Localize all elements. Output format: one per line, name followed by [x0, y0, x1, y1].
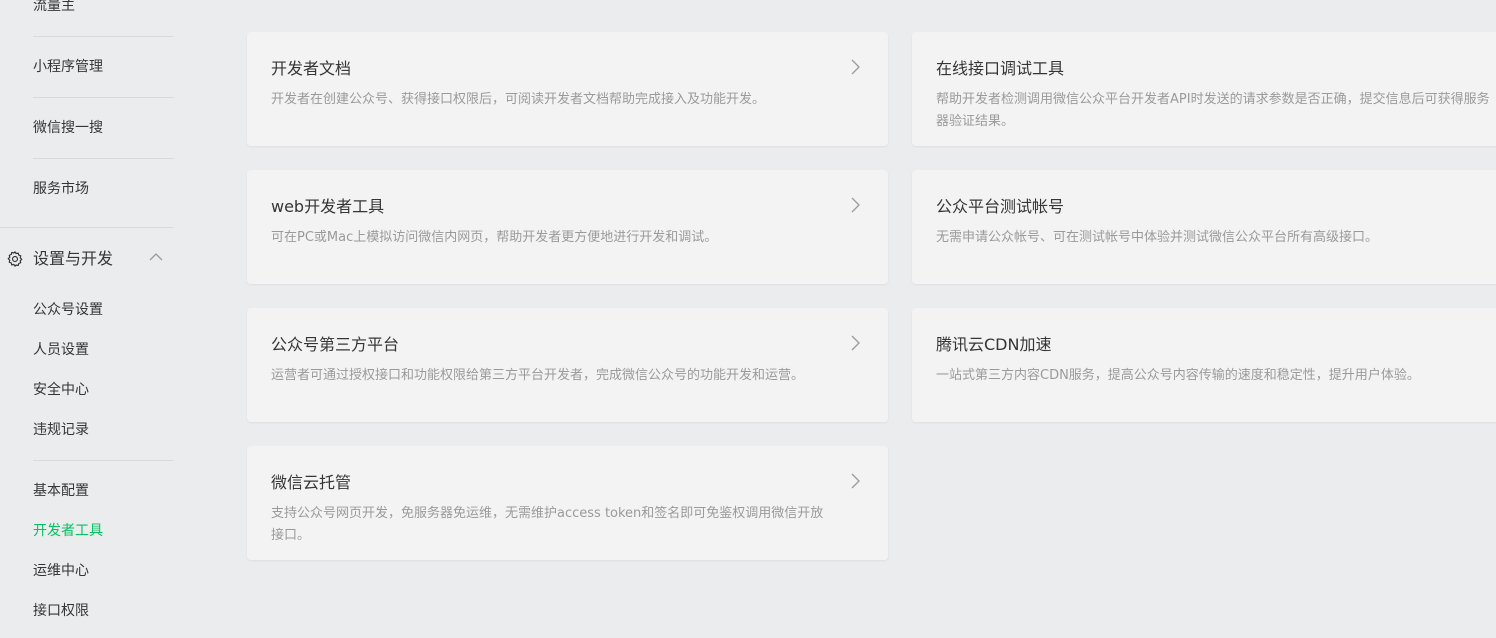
- card-title: 公众号第三方平台: [271, 335, 400, 354]
- sidebar-item-staff-settings[interactable]: 人员设置: [33, 340, 89, 360]
- card-description: 一站式第三方内容CDN服务，提高公众号内容传输的速度和稳定性，提升用户体验。: [936, 368, 1420, 383]
- chevron-right-icon: [851, 335, 860, 351]
- sidebar-item-security-center[interactable]: 安全中心: [33, 380, 89, 400]
- sidebar-group-label: 设置与开发: [33, 249, 114, 268]
- card-title: 腾讯云CDN加速: [936, 335, 1052, 354]
- card-description: 可在PC或Mac上模拟访问微信内网页，帮助开发者更方便地进行开发和调试。: [271, 230, 718, 245]
- sidebar-item-developer-tools[interactable]: 开发者工具: [33, 521, 103, 541]
- chevron-right-icon: [851, 473, 860, 489]
- sidebar-divider: [33, 158, 174, 159]
- tool-card-tencent-cdn[interactable]: 腾讯云CDN加速 一站式第三方内容CDN服务，提高公众号内容传输的速度和稳定性，…: [912, 308, 1496, 422]
- tool-card-web-devtools[interactable]: web开发者工具 可在PC或Mac上模拟访问微信内网页，帮助开发者更方便地进行开…: [247, 170, 888, 284]
- sidebar-group-settings-dev[interactable]: 设置与开发: [6, 248, 174, 272]
- tool-card-test-account[interactable]: 公众平台测试帐号 无需申请公众帐号、可在测试帐号中体验并测试微信公众平台所有高级…: [912, 170, 1496, 284]
- tool-card-third-party-platform[interactable]: 公众号第三方平台 运营者可通过授权接口和功能权限给第三方平台开发者，完成微信公众…: [247, 308, 888, 422]
- sidebar-divider: [33, 460, 174, 461]
- card-description: 支持公众号网页开发，免服务器免运维，无需维护access token和签名即可免…: [271, 506, 824, 543]
- sidebar-item-violations[interactable]: 违规记录: [33, 420, 89, 440]
- sidebar-item-ops-center[interactable]: 运维中心: [33, 561, 89, 581]
- sidebar: 流量主 小程序管理 微信搜一搜 服务市场 设置与开发 公众号设置 人员设置 安全…: [0, 0, 200, 638]
- sidebar-item-ad-host[interactable]: 流量主: [33, 0, 75, 16]
- sidebar-item-account-settings[interactable]: 公众号设置: [33, 300, 103, 320]
- sidebar-divider: [33, 97, 174, 98]
- sidebar-item-service-market[interactable]: 服务市场: [33, 179, 89, 199]
- sidebar-item-wechat-search[interactable]: 微信搜一搜: [33, 118, 103, 138]
- card-description: 运营者可通过授权接口和功能权限给第三方平台开发者，完成微信公众号的功能开发和运营…: [271, 368, 805, 383]
- sidebar-item-basic-config[interactable]: 基本配置: [33, 481, 89, 501]
- chevron-right-icon: [851, 59, 860, 75]
- card-title: web开发者工具: [271, 197, 385, 216]
- sidebar-section-divider: [0, 227, 174, 228]
- chevron-up-icon[interactable]: [149, 252, 163, 262]
- card-description: 帮助开发者检测调用微信公众平台开发者API时发送的请求参数是否正确，提交信息后可…: [936, 92, 1490, 129]
- card-title: 在线接口调试工具: [936, 59, 1065, 78]
- gear-icon: [7, 251, 23, 267]
- card-title: 开发者文档: [271, 59, 352, 78]
- tool-card-developer-docs[interactable]: 开发者文档 开发者在创建公众号、获得接口权限后，可阅读开发者文档帮助完成接入及功…: [247, 32, 888, 146]
- card-description: 无需申请公众帐号、可在测试帐号中体验并测试微信公众平台所有高级接口。: [936, 230, 1379, 245]
- chevron-right-icon: [851, 197, 860, 213]
- tool-card-api-debugger[interactable]: 在线接口调试工具 帮助开发者检测调用微信公众平台开发者API时发送的请求参数是否…: [912, 32, 1496, 146]
- sidebar-item-api-permissions[interactable]: 接口权限: [33, 601, 89, 621]
- tool-card-wechat-cloud-hosting[interactable]: 微信云托管 支持公众号网页开发，免服务器免运维，无需维护access token…: [247, 446, 888, 560]
- sidebar-item-mini-program[interactable]: 小程序管理: [33, 57, 103, 77]
- card-title: 公众平台测试帐号: [936, 197, 1065, 216]
- card-title: 微信云托管: [271, 473, 352, 492]
- card-description: 开发者在创建公众号、获得接口权限后，可阅读开发者文档帮助完成接入及功能开发。: [271, 92, 766, 107]
- sidebar-divider: [33, 36, 174, 37]
